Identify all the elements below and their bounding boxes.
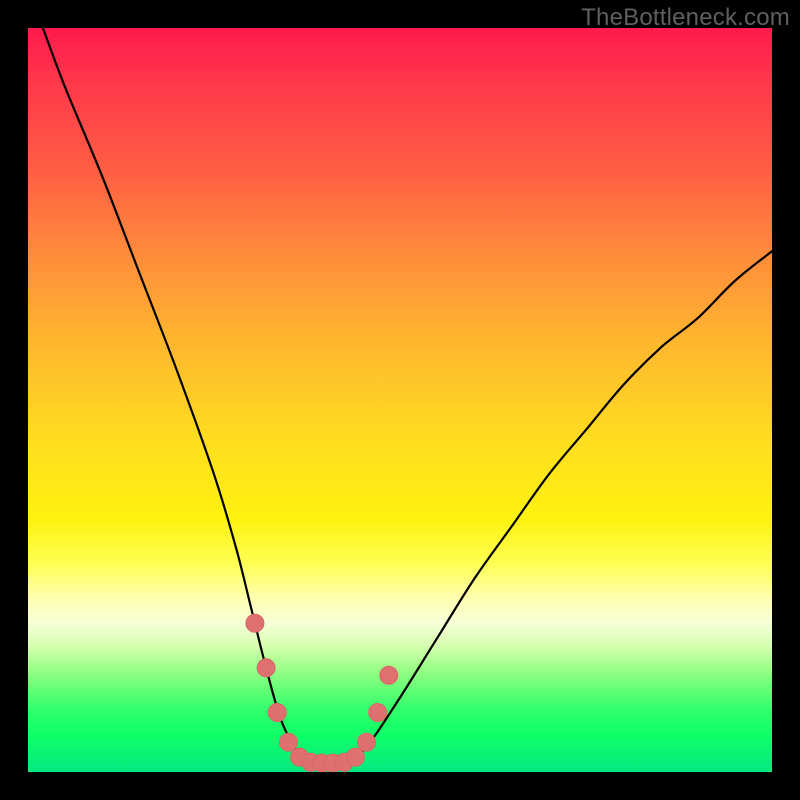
curve-overlay	[28, 28, 772, 772]
highlight-dot	[279, 733, 297, 751]
highlight-dot	[358, 733, 376, 751]
highlight-dot	[369, 704, 387, 722]
chart-frame: { "watermark": "TheBottleneck.com", "cha…	[0, 0, 800, 800]
bottleneck-curve	[43, 28, 772, 764]
highlight-dot	[268, 704, 286, 722]
highlight-dot	[246, 614, 264, 632]
highlight-dot	[380, 666, 398, 684]
highlight-dot	[257, 659, 275, 677]
highlight-dot	[346, 748, 364, 766]
plot-area	[28, 28, 772, 772]
highlight-dots	[246, 614, 398, 772]
